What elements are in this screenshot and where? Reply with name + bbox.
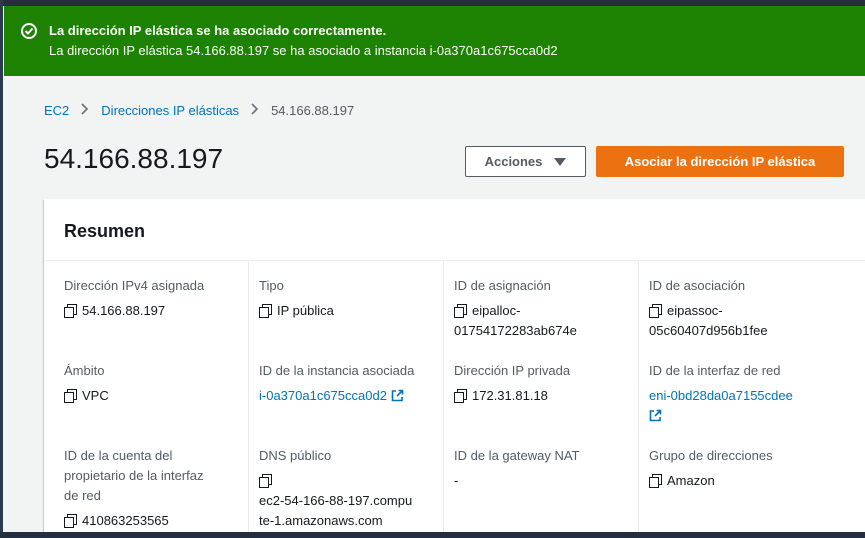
page-title: 54.166.88.197 xyxy=(44,143,224,174)
breadcrumb-elastic-ips[interactable]: Direcciones IP elásticas xyxy=(101,103,239,118)
scope-label: Ámbito xyxy=(64,363,105,378)
copy-icon[interactable] xyxy=(64,389,77,403)
dns-label: DNS público xyxy=(259,448,332,463)
copy-icon[interactable] xyxy=(259,304,272,318)
allocation-value-1: eipalloc- xyxy=(472,303,521,318)
success-check-icon xyxy=(21,23,37,39)
summary-column-1: Dirección IPv4 asignada 54.166.88.197 Ám… xyxy=(44,261,239,538)
nat-value: - xyxy=(454,473,459,488)
summary-column-3: ID de asignación eipalloc- 01754172283ab… xyxy=(443,261,638,538)
allocation-label: ID de asignación xyxy=(454,278,551,293)
association-value-2: 05c60407d956b1fee xyxy=(649,323,768,338)
field-ipv4: Dirección IPv4 asignada 54.166.88.197 xyxy=(64,276,239,321)
field-dns: DNS público ec2-54-166-88-197.compu te-1.… xyxy=(259,446,434,531)
eni-label: ID de la interfaz de red xyxy=(649,363,781,378)
allocation-value-2: 01754172283ab674e xyxy=(454,323,577,338)
field-allocation: ID de asignación eipalloc- 01754172283ab… xyxy=(454,276,629,341)
type-label: Tipo xyxy=(259,278,284,293)
summary-title: Resumen xyxy=(64,221,146,241)
scope-value: VPC xyxy=(82,388,109,403)
actions-button-label: Acciones xyxy=(484,154,543,169)
association-value-1: eipassoc- xyxy=(667,303,723,318)
summary-header: Resumen xyxy=(44,199,865,261)
ipv4-value: 54.166.88.197 xyxy=(82,303,166,318)
pool-value: Amazon xyxy=(667,473,715,488)
success-flash-banner: La dirección IP elástica se ha asociado … xyxy=(4,6,865,76)
summary-column-2: Tipo IP pública ID de la instancia asoci… xyxy=(248,261,443,538)
chevron-right-icon xyxy=(81,103,89,118)
dns-value: ec2-54-166-88-197.compu te-1.amazonaws.co… xyxy=(259,493,413,528)
pool-label: Grupo de direcciones xyxy=(649,448,773,463)
field-eni: ID de la interfaz de red eni-0bd28da0a71… xyxy=(649,361,849,426)
type-value: IP pública xyxy=(277,303,334,318)
association-label: ID de asociación xyxy=(649,278,746,293)
field-type: Tipo IP pública xyxy=(259,276,434,321)
private-ip-value: 172.31.81.18 xyxy=(472,388,548,403)
copy-icon[interactable] xyxy=(649,304,662,318)
field-private-ip: Dirección IP privada 172.31.81.18 xyxy=(454,361,629,406)
summary-column-4: ID de asociación eipassoc- 05c60407d956b… xyxy=(638,261,865,538)
associate-elastic-ip-button[interactable]: Asociar la dirección IP elástica xyxy=(596,146,844,177)
summary-panel: Resumen Dirección IPv4 asignada 54.166.8… xyxy=(44,199,865,538)
external-link-icon[interactable] xyxy=(649,409,662,422)
owner-value: 410863253565 xyxy=(82,513,169,528)
nat-label: ID de la gateway NAT xyxy=(454,448,580,463)
copy-icon[interactable] xyxy=(64,514,77,528)
ipv4-label: Dirección IPv4 asignada xyxy=(64,278,205,293)
eni-link[interactable]: eni-0bd28da0a7155cdee xyxy=(649,388,793,403)
field-address-pool: Grupo de direcciones Amazon xyxy=(649,446,824,491)
private-ip-label: Dirección IP privada xyxy=(454,363,571,378)
field-association: ID de asociación eipassoc- 05c60407d956b… xyxy=(649,276,824,341)
copy-icon[interactable] xyxy=(649,474,662,488)
actions-dropdown-button[interactable]: Acciones xyxy=(465,146,586,177)
bottom-bar xyxy=(0,532,865,538)
instance-link[interactable]: i-0a370a1c675cca0d2 xyxy=(259,388,387,403)
copy-icon[interactable] xyxy=(454,304,467,318)
left-edge xyxy=(0,0,3,538)
field-owner: ID de la cuenta del propietario de la in… xyxy=(64,446,239,531)
flash-message: La dirección IP elástica 54.166.88.197 s… xyxy=(49,43,558,58)
external-link-icon[interactable] xyxy=(391,389,404,402)
field-nat-gateway: ID de la gateway NAT - xyxy=(454,446,629,491)
field-scope: Ámbito VPC xyxy=(64,361,239,406)
breadcrumb-current: 54.166.88.197 xyxy=(271,103,355,118)
owner-label: ID de la cuenta del propietario de la in… xyxy=(64,448,204,503)
chevron-right-icon xyxy=(251,103,259,118)
breadcrumb-ec2[interactable]: EC2 xyxy=(44,103,69,118)
field-instance: ID de la instancia asociada i-0a370a1c67… xyxy=(259,361,434,406)
instance-label: ID de la instancia asociada xyxy=(259,363,415,378)
copy-icon[interactable] xyxy=(64,304,77,318)
caret-down-icon xyxy=(554,157,567,166)
flash-title: La dirección IP elástica se ha asociado … xyxy=(49,23,387,38)
breadcrumb: EC2 Direcciones IP elásticas 54.166.88.1… xyxy=(44,103,354,118)
copy-icon[interactable] xyxy=(454,389,467,403)
copy-icon[interactable] xyxy=(259,474,272,488)
